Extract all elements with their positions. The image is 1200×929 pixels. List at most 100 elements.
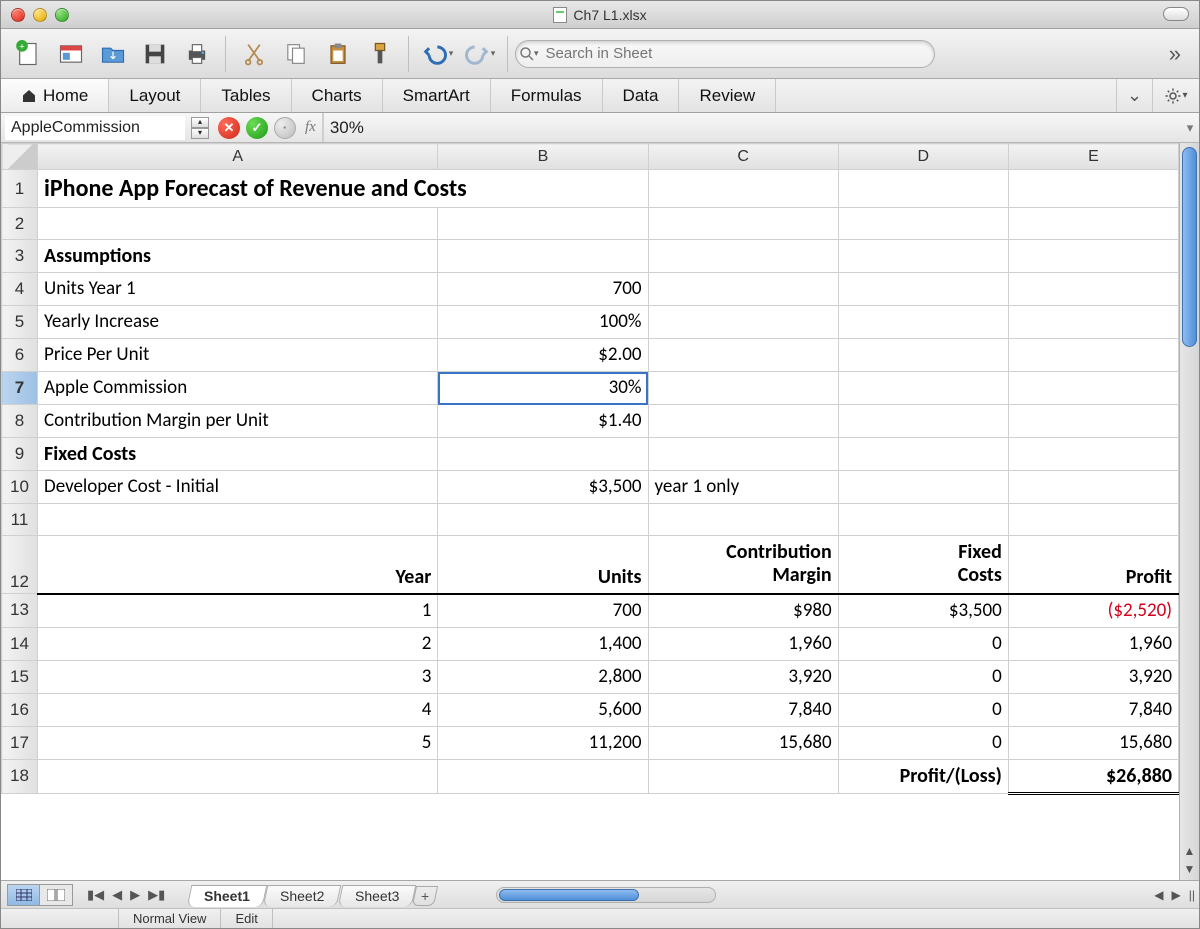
- col-header-d[interactable]: D: [838, 144, 1008, 170]
- formula-builder-button[interactable]: ·: [274, 117, 296, 139]
- cell-a12[interactable]: Year: [38, 536, 438, 594]
- scroll-left-arrow-icon[interactable]: ◀: [1150, 888, 1167, 902]
- row-header[interactable]: 16: [2, 693, 38, 726]
- row-header[interactable]: 13: [2, 594, 38, 628]
- sheet-nav-next[interactable]: ▶: [126, 887, 144, 903]
- search-input[interactable]: [515, 40, 935, 68]
- scroll-down-arrow-icon[interactable]: ▼: [1180, 860, 1199, 878]
- save-button[interactable]: [137, 36, 173, 72]
- cell-a14[interactable]: 2: [38, 627, 438, 660]
- toolbar-toggle-pill[interactable]: [1163, 7, 1189, 21]
- row-header[interactable]: 7: [2, 372, 38, 405]
- col-header-c[interactable]: C: [648, 144, 838, 170]
- row-header[interactable]: 2: [2, 208, 38, 240]
- col-header-a[interactable]: A: [38, 144, 438, 170]
- row-header[interactable]: 18: [2, 759, 38, 793]
- cell[interactable]: [648, 306, 838, 339]
- cell[interactable]: [838, 240, 1008, 273]
- tab-charts[interactable]: Charts: [292, 79, 383, 112]
- tab-data[interactable]: Data: [603, 79, 680, 112]
- tab-layout[interactable]: Layout: [109, 79, 201, 112]
- cell[interactable]: [648, 372, 838, 405]
- cell[interactable]: [438, 438, 648, 471]
- cell-d15[interactable]: 0: [838, 660, 1008, 693]
- open-button[interactable]: [95, 36, 131, 72]
- formula-accept-button[interactable]: ✓: [246, 117, 268, 139]
- tab-smartart[interactable]: SmartArt: [383, 79, 491, 112]
- scroll-right-arrow-icon[interactable]: ▶: [1168, 888, 1185, 902]
- scroll-up-arrow-icon[interactable]: ▲: [1180, 842, 1199, 860]
- cell-e18[interactable]: $26,880: [1008, 759, 1178, 793]
- vertical-scroll-thumb[interactable]: [1182, 147, 1197, 347]
- horizontal-scroll-thumb[interactable]: [499, 889, 639, 901]
- cell-c17[interactable]: 15,680: [648, 726, 838, 759]
- row-header[interactable]: 9: [2, 438, 38, 471]
- cell-d18[interactable]: Profit/(Loss): [838, 759, 1008, 793]
- zoom-window-button[interactable]: [55, 8, 69, 22]
- cell-a1[interactable]: iPhone App Forecast of Revenue and Costs: [38, 170, 649, 208]
- tab-tables[interactable]: Tables: [201, 79, 291, 112]
- cell-b12[interactable]: Units: [438, 536, 648, 594]
- cell-b6[interactable]: $2.00: [438, 339, 648, 372]
- cell[interactable]: [1008, 438, 1178, 471]
- cell[interactable]: [1008, 339, 1178, 372]
- col-header-e[interactable]: E: [1008, 144, 1178, 170]
- cell-c16[interactable]: 7,840: [648, 693, 838, 726]
- formula-input[interactable]: 30%: [322, 113, 1181, 142]
- sheet-tab-3[interactable]: Sheet3: [337, 885, 416, 907]
- cell[interactable]: [838, 471, 1008, 504]
- cell-a5[interactable]: Yearly Increase: [38, 306, 438, 339]
- cell[interactable]: [1008, 306, 1178, 339]
- cell-a13[interactable]: 1: [38, 594, 438, 628]
- sheet-tab-1[interactable]: Sheet1: [187, 885, 268, 907]
- row-header[interactable]: 3: [2, 240, 38, 273]
- cell-b8[interactable]: $1.40: [438, 405, 648, 438]
- cell-b10[interactable]: $3,500: [438, 471, 648, 504]
- cell[interactable]: [1008, 372, 1178, 405]
- cell-b15[interactable]: 2,800: [438, 660, 648, 693]
- name-box[interactable]: AppleCommission: [5, 116, 185, 140]
- cell-a3[interactable]: Assumptions: [38, 240, 438, 273]
- cell-e15[interactable]: 3,920: [1008, 660, 1178, 693]
- row-header[interactable]: 4: [2, 273, 38, 306]
- toolbar-overflow-button[interactable]: »: [1161, 41, 1189, 67]
- cell[interactable]: [38, 504, 438, 536]
- formula-bar-expand-button[interactable]: ▾: [1181, 120, 1199, 136]
- select-all-cell[interactable]: [2, 144, 38, 170]
- cell-d17[interactable]: 0: [838, 726, 1008, 759]
- formula-cancel-button[interactable]: ✕: [218, 117, 240, 139]
- name-box-stepper[interactable]: ▴▾: [191, 117, 209, 139]
- ribbon-collapse-button[interactable]: ⌄: [1117, 79, 1153, 112]
- cell[interactable]: [648, 170, 838, 208]
- sheet-nav-first[interactable]: ▮◀: [83, 887, 108, 903]
- cell-a4[interactable]: Units Year 1: [38, 273, 438, 306]
- row-header[interactable]: 12: [2, 536, 38, 594]
- cut-button[interactable]: [236, 36, 272, 72]
- cell[interactable]: [38, 759, 438, 793]
- cell-b17[interactable]: 11,200: [438, 726, 648, 759]
- cell[interactable]: [1008, 240, 1178, 273]
- cell-a16[interactable]: 4: [38, 693, 438, 726]
- cell[interactable]: [838, 273, 1008, 306]
- cell-d13[interactable]: $3,500: [838, 594, 1008, 628]
- cell-a10[interactable]: Developer Cost - Initial: [38, 471, 438, 504]
- split-handle[interactable]: ||: [1185, 888, 1199, 902]
- cell[interactable]: [648, 759, 838, 793]
- cell-e13[interactable]: ($2,520): [1008, 594, 1178, 628]
- cell[interactable]: [1008, 208, 1178, 240]
- cell-a17[interactable]: 5: [38, 726, 438, 759]
- paste-button[interactable]: [320, 36, 356, 72]
- cell-e17[interactable]: 15,680: [1008, 726, 1178, 759]
- tab-review[interactable]: Review: [679, 79, 776, 112]
- row-header[interactable]: 8: [2, 405, 38, 438]
- cell[interactable]: [38, 208, 438, 240]
- cell-b16[interactable]: 5,600: [438, 693, 648, 726]
- horizontal-scrollbar[interactable]: [496, 887, 716, 903]
- tab-formulas[interactable]: Formulas: [491, 79, 603, 112]
- row-header[interactable]: 11: [2, 504, 38, 536]
- ribbon-settings-button[interactable]: ▾: [1153, 79, 1199, 112]
- cell[interactable]: [1008, 170, 1178, 208]
- cell[interactable]: [838, 339, 1008, 372]
- cell[interactable]: [648, 339, 838, 372]
- print-button[interactable]: [179, 36, 215, 72]
